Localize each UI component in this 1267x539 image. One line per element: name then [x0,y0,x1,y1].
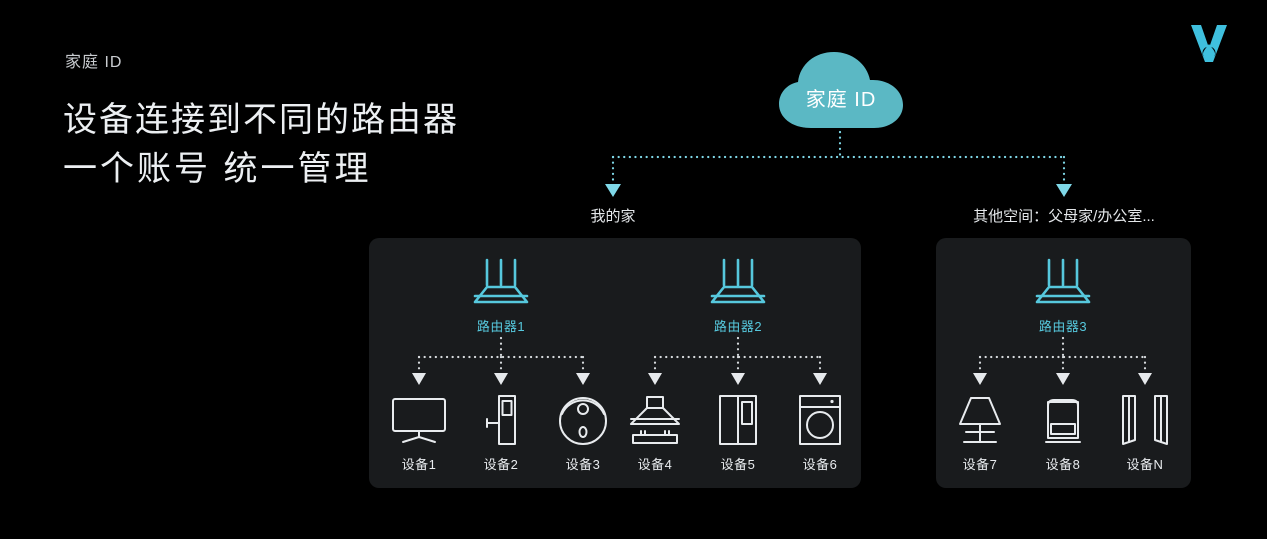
air-purifier-icon [1018,390,1108,446]
space-label-my-home: 我的家 [590,208,636,225]
router-1[interactable]: 路由器1 [441,258,561,335]
router-3[interactable]: 路由器3 [1003,258,1123,335]
smart-lock-icon [456,390,546,446]
device-1[interactable]: 设备1 [374,390,464,473]
arrowhead-my-home [605,184,621,197]
device-label: 设备N [1126,457,1164,472]
device-label: 设备7 [962,457,998,472]
device-label: 设备6 [802,457,838,472]
page-title-line-1: 设备连接到不同的路由器 [63,101,459,139]
slide-canvas: 家庭 ID 设备连接到不同的路由器 一个账号 统一管理 家庭 ID 我的家 其他… [0,0,1267,539]
device-5[interactable]: 设备5 [693,390,783,473]
device-8[interactable]: 设备8 [1018,390,1108,473]
router-2[interactable]: 路由器2 [678,258,798,335]
refrigerator-icon [693,390,783,446]
arrowhead-other [1056,184,1072,197]
router-icon [1003,258,1123,310]
range-hood-icon [610,390,700,446]
router-label: 路由器1 [476,319,526,334]
eyebrow-label: 家庭 ID [65,54,123,71]
router-label: 路由器3 [1038,319,1088,334]
v-logo [1185,18,1233,66]
table-lamp-icon [935,390,1025,446]
cloud-label: 家庭 ID [805,88,877,111]
device-label: 设备4 [637,457,673,472]
device-2[interactable]: 设备2 [456,390,546,473]
device-label: 设备8 [1045,457,1081,472]
device-6[interactable]: 设备6 [775,390,865,473]
space-label-other-spaces: 其他空间：父母家/办公室... [973,208,1155,225]
device-n[interactable]: 设备N [1100,390,1190,473]
router-icon [678,258,798,310]
router-icon [441,258,561,310]
washing-machine-icon [775,390,865,446]
device-label: 设备2 [483,457,519,472]
device-4[interactable]: 设备4 [610,390,700,473]
router-label: 路由器2 [713,319,763,334]
curtains-icon [1100,390,1190,446]
page-title-line-2: 一个账号 统一管理 [63,150,372,189]
family-id-cloud[interactable]: 家庭 ID [775,50,907,130]
page-title: 设备连接到不同的路由器 一个账号 统一管理 [63,96,459,195]
device-label: 设备1 [401,457,437,472]
tv-icon [374,390,464,446]
device-7[interactable]: 设备7 [935,390,1025,473]
device-label: 设备5 [720,457,756,472]
